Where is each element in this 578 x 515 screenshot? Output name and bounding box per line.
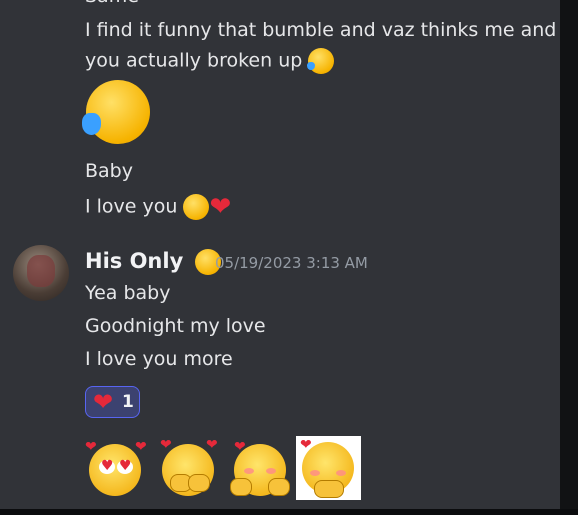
- previous-message-line: I find it funny that bumble and vaz thin…: [85, 19, 557, 41]
- username[interactable]: His Only: [85, 249, 221, 275]
- sticker-face: [89, 444, 141, 496]
- heart-icon: ❤: [160, 437, 172, 453]
- heart-eyes-sticker[interactable]: ❤ ❤: [83, 438, 147, 500]
- hugging-sticker[interactable]: ❤: [228, 438, 292, 500]
- window-edge: [560, 0, 578, 515]
- message-line: Yea baby: [85, 282, 171, 304]
- heart-icon: ❤: [300, 437, 312, 453]
- large-joy-emoji-icon: [82, 80, 150, 144]
- message-timestamp[interactable]: 05/19/2023 3:13 AM: [215, 254, 368, 272]
- pleading-sticker[interactable]: ❤: [296, 436, 361, 500]
- cheek-blush: [310, 470, 320, 476]
- avatar[interactable]: [13, 245, 69, 301]
- heart-reaction-button[interactable]: ❤ 1: [85, 386, 140, 418]
- heart-icon: ❤: [234, 439, 246, 455]
- reaction-count: 1: [122, 392, 134, 412]
- heart-icon: ❤: [85, 439, 97, 455]
- heart-eye-icon: [99, 458, 115, 474]
- message-line: I love you more: [85, 348, 233, 370]
- cheek-blush: [266, 468, 276, 474]
- hand-icon: [188, 474, 210, 492]
- previous-message-line: you actually broken up: [85, 48, 335, 74]
- previous-message-line: Baby: [85, 160, 133, 182]
- message-text: I love you: [85, 195, 178, 218]
- eye-roll-emoji-icon: [183, 194, 210, 220]
- cheek-blush: [336, 470, 346, 476]
- message-text: you actually broken up: [85, 49, 303, 72]
- heart-reaction-icon: ❤: [93, 388, 114, 416]
- red-heart-icon: ❤: [209, 192, 232, 222]
- heart-icon: ❤: [135, 439, 147, 455]
- username-text[interactable]: His Only: [85, 249, 183, 273]
- joy-emoji-icon: [306, 48, 335, 74]
- heart-icon: ❤: [206, 437, 218, 453]
- hand-icon: [268, 478, 290, 496]
- hand-icon: [314, 480, 344, 498]
- cheek-blush: [244, 468, 254, 474]
- hand-icon: [230, 478, 252, 496]
- previous-message-line: I love you ❤: [85, 194, 231, 220]
- message-line: Goodnight my love: [85, 315, 266, 337]
- window-edge: [0, 509, 578, 515]
- shy-hands-sticker[interactable]: ❤ ❤: [156, 438, 220, 500]
- previous-message-partial: Same: [85, 0, 139, 8]
- heart-eye-icon: [117, 458, 133, 474]
